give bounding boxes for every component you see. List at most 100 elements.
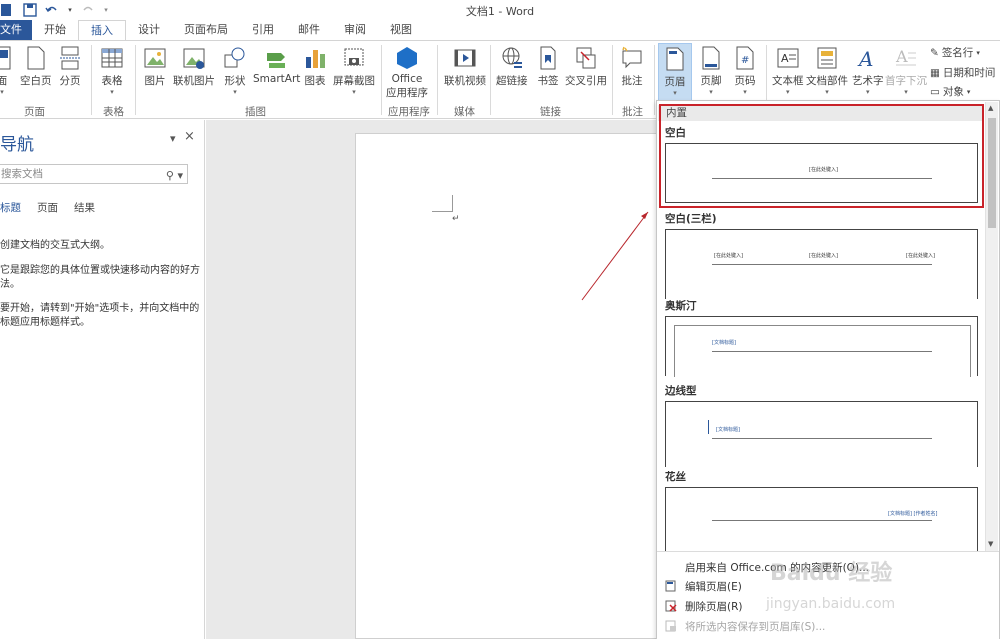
nav-tab-pages[interactable]: 页面 [37,200,58,215]
text-box-button[interactable]: A 文本框 ▾ [772,45,804,96]
tab-mailings[interactable]: 邮件 [286,20,332,40]
document-page[interactable] [355,133,675,639]
cross-reference-icon [576,47,596,69]
page-break-icon [60,46,80,70]
gallery-item-title: 边线型 [665,385,697,397]
group-divider [381,45,382,115]
chevron-down-icon: ▾ [110,88,114,96]
date-time-button[interactable]: ▦ 日期和时间 [930,65,995,80]
header-thumbnail-austin[interactable]: [文档标题] [665,316,978,377]
tab-layout[interactable]: 页面布局 [172,20,240,40]
screenshot-button[interactable]: 屏幕截图 ▾ [333,45,375,96]
chart-icon [306,50,325,68]
group-divider [91,45,92,115]
online-pictures-button[interactable]: 联机图片 [173,45,215,88]
menu-edit-header[interactable]: 编辑页眉(E) [685,579,742,594]
nav-help-text: 要开始，请转到"开始"选项卡，并向文档中的标题应用标题样式。 [0,303,200,328]
header-button[interactable]: 页眉 ▾ [658,43,692,101]
group-label-pages: 页面 [24,106,45,118]
cover-page-button[interactable]: 面 ▾ [0,45,14,96]
group-divider [135,45,136,115]
navigation-pane: 导航 ▾ × 搜索文档 ⚲ ▾ 标题 页面 结果 创建文档的交互式大纲。 它是跟… [0,120,205,639]
nav-tab-results[interactable]: 结果 [74,200,95,215]
search-icon[interactable]: ⚲ ▾ [166,167,183,185]
online-video-button[interactable]: 联机视频 [444,45,486,88]
gallery-scrollbar[interactable]: ▲ ▼ [985,102,998,552]
office-apps-button[interactable]: Office 应用程序 [386,45,428,100]
gallery-item-title: 奥斯汀 [665,300,697,312]
chevron-down-icon: ▾ [966,87,971,96]
smartart-button[interactable]: SmartArt [253,45,300,85]
quick-parts-button[interactable]: 文档部件 ▾ [806,45,848,96]
scroll-down-icon[interactable]: ▼ [988,540,993,548]
header-thumbnail-filigree[interactable]: [文档标题] [作者姓名] [665,487,978,551]
tab-references[interactable]: 引用 [240,20,286,40]
bookmark-icon [540,46,556,70]
gallery-item-title: 空白(三栏) [665,213,717,225]
wordart-icon: A [857,47,873,71]
scroll-up-icon[interactable]: ▲ [988,104,993,112]
group-label-media: 媒体 [454,106,475,118]
header-thumbnail-sideline[interactable]: [文档标题] [665,401,978,467]
close-icon[interactable]: × [184,129,195,144]
group-label-apps: 应用程序 [388,106,430,118]
hyperlink-button[interactable]: 超链接 [496,45,528,88]
comment-icon [622,46,642,69]
watermark-logo: Baidu 经验 [770,561,893,586]
signature-icon: ✎ [930,46,939,59]
drop-cap-button[interactable]: A 首字下沉 ▾ [885,45,927,96]
tab-review[interactable]: 审阅 [332,20,378,40]
delete-header-icon [665,600,677,612]
quick-parts-icon [817,47,837,69]
selection-highlight [659,104,984,208]
nav-tab-headings[interactable]: 标题 [0,200,21,215]
menu-save-to-gallery[interactable]: 将所选内容保存到页眉库(S)... [685,619,825,634]
nav-tabs: 标题 页面 结果 [0,200,95,215]
window-title: 文档1 - Word [465,5,535,18]
svg-text:A: A [857,47,873,71]
blank-page-icon [27,46,45,70]
edit-header-icon [665,580,676,592]
picture-icon [144,48,166,68]
group-divider [612,45,613,115]
calendar-icon: ▦ [930,66,940,79]
signature-line-button[interactable]: ✎ 签名行 ▾ [930,45,980,60]
page-break-button[interactable]: 分页 [58,45,82,88]
menu-remove-header[interactable]: 删除页眉(R) [685,599,743,614]
header-icon [666,47,684,71]
object-icon: ▭ [930,85,940,98]
nav-options-icon[interactable]: ▾ [170,132,176,145]
shapes-button[interactable]: 形状 ▾ [223,45,247,96]
tab-home[interactable]: 开始 [32,20,78,40]
tab-design[interactable]: 设计 [126,20,172,40]
thumb-placeholder: [文档标题] [712,340,736,346]
wordart-button[interactable]: A 艺术字 ▾ [852,45,884,96]
office-store-icon [397,47,417,69]
footer-button[interactable]: 页脚 ▾ [699,45,723,96]
nav-search-input[interactable]: 搜索文档 ⚲ ▾ [0,164,188,184]
tab-file[interactable]: 文件 [0,20,32,40]
nav-help-text: 它是跟踪您的具体位置或快速移动内容的好方法。 [0,265,200,290]
chevron-down-icon: ▾ [352,88,356,96]
comment-button[interactable]: 批注 [620,45,644,88]
cross-reference-button[interactable]: 交叉引用 [565,45,607,88]
header-thumbnail-three-column[interactable]: [在此处键入] [在此处键入] [在此处键入] [665,229,978,299]
thumb-rule [712,520,932,521]
tab-view[interactable]: 视图 [378,20,424,40]
object-button[interactable]: ▭ 对象 ▾ [930,84,970,99]
pictures-button[interactable]: 图片 [143,45,167,88]
cover-page-icon [0,46,11,70]
chart-button[interactable]: 图表 [303,45,327,88]
bookmark-button[interactable]: 书签 [536,45,560,88]
drop-cap-icon: A [895,47,916,66]
scrollbar-thumb[interactable] [988,118,996,228]
table-button[interactable]: 表格 ▾ [100,45,124,96]
chevron-down-icon: ▾ [709,88,713,96]
chevron-down-icon: ▾ [743,88,747,96]
chevron-down-icon: ▾ [865,88,870,96]
group-divider [490,45,491,115]
group-label-illustrations: 插图 [245,106,266,118]
tab-insert[interactable]: 插入 [78,20,126,40]
page-number-button[interactable]: # 页码 ▾ [733,45,757,96]
blank-page-button[interactable]: 空白页 [20,45,52,88]
